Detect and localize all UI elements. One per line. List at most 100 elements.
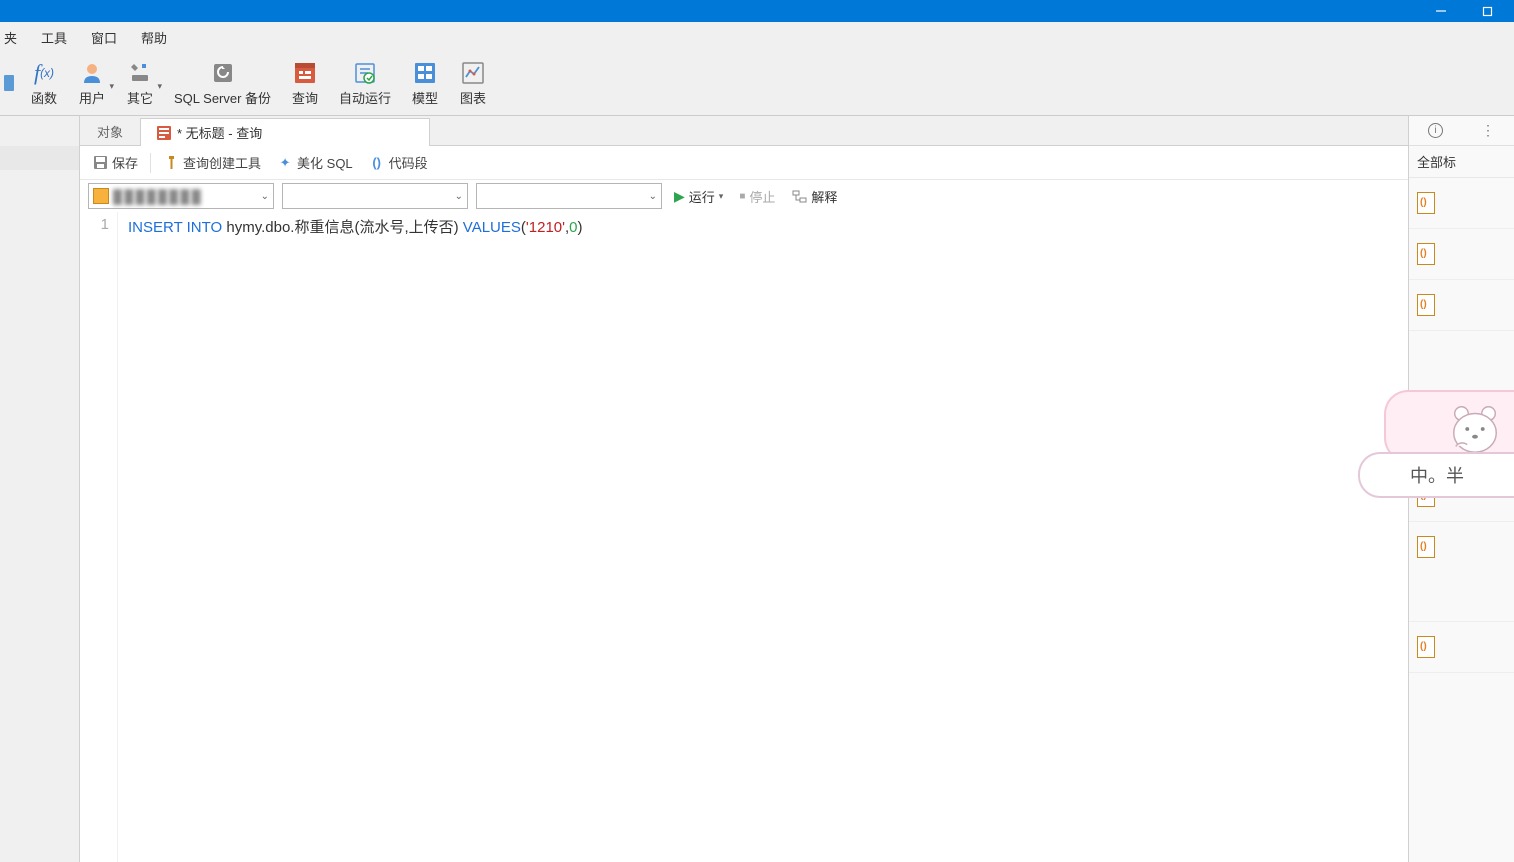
user-icon — [79, 60, 105, 86]
chevron-down-icon: ▾ — [157, 81, 162, 92]
tab-objects-label: 对象 — [97, 122, 123, 141]
snippet-list-item[interactable] — [1409, 522, 1514, 622]
snippet-file-icon — [1417, 636, 1435, 658]
sparkle-icon: ✦ — [277, 155, 293, 171]
left-list-item[interactable] — [0, 146, 79, 170]
toolbar-model[interactable]: 模型 — [401, 54, 449, 114]
beautify-label: 美化 SQL — [297, 153, 353, 172]
run-label: 运行 — [689, 187, 715, 206]
chevron-down-icon: ▾ — [719, 191, 724, 202]
tab-query-label: * 无标题 - 查询 — [177, 123, 262, 142]
snippet-list-item[interactable] — [1409, 229, 1514, 280]
editor-code[interactable]: INSERT INTO hymy.dbo.称重信息(流水号,上传否) VALUE… — [118, 212, 1408, 862]
save-button[interactable]: 保存 — [88, 151, 142, 174]
toolbar-autorun-label: 自动运行 — [339, 88, 391, 107]
separator — [150, 153, 151, 173]
sql-keyword: INSERT — [128, 219, 182, 236]
combo-row: ████████ ⌄ ⌄ ⌄ ▶ 运行 ▾ ■ 停止 解释 — [80, 180, 1408, 212]
minimize-button[interactable] — [1418, 0, 1464, 22]
model-icon — [412, 60, 438, 86]
stop-label: 停止 — [749, 187, 775, 206]
snippet-list-item[interactable] — [1409, 622, 1514, 673]
sql-text: hymy.dbo.称重信息(流水号,上传否) — [222, 219, 463, 236]
tab-objects[interactable]: 对象 — [80, 117, 140, 145]
sql-editor[interactable]: 1 INSERT INTO hymy.dbo.称重信息(流水号,上传否) VAL… — [80, 212, 1408, 862]
toolbar-other-label: 其它 — [127, 88, 153, 107]
snippet-label: 代码段 — [389, 153, 428, 172]
toolbar-chart-label: 图表 — [460, 88, 486, 107]
toolbar-chart[interactable]: 图表 — [449, 54, 497, 114]
beautify-button[interactable]: ✦ 美化 SQL — [273, 151, 357, 174]
snippet-file-icon — [1417, 192, 1435, 214]
explain-icon — [791, 188, 807, 204]
play-icon: ▶ — [674, 188, 685, 205]
toolbar-other[interactable]: 其它 ▾ — [116, 54, 164, 114]
save-label: 保存 — [112, 153, 138, 172]
toolbar-autorun[interactable]: 自动运行 — [329, 54, 401, 114]
stop-icon: ■ — [739, 191, 745, 202]
chevron-down-icon: ⌄ — [455, 191, 463, 202]
left-sidebar — [0, 116, 80, 862]
builder-icon — [163, 155, 179, 171]
main-area: 对象 * 无标题 - 查询 保存 查询创建工 — [80, 116, 1408, 862]
right-panel-title: 全部标 — [1409, 146, 1514, 178]
save-icon — [92, 155, 108, 171]
folder-icon — [93, 188, 109, 204]
toolbar-query-label: 查询 — [292, 88, 318, 107]
toolbar-model-label: 模型 — [412, 88, 438, 107]
toolbar-function-label: 函数 — [31, 88, 57, 107]
snippet-button[interactable]: () 代码段 — [365, 151, 432, 174]
backup-icon — [210, 60, 236, 86]
secondary-toolbar: 保存 查询创建工具 ✦ 美化 SQL () 代码段 — [80, 146, 1408, 180]
right-panel: i ⋮ 全部标 — [1408, 116, 1514, 862]
toolbar-partial-left[interactable] — [0, 54, 20, 114]
toolbar-query[interactable]: 查询 — [281, 54, 329, 114]
query-builder-button[interactable]: 查询创建工具 — [159, 151, 265, 174]
stop-button: ■ 停止 — [735, 185, 779, 208]
toolbar-function[interactable]: f(x) 函数 — [20, 54, 68, 114]
toolbar-backup-label: SQL Server 备份 — [174, 88, 271, 107]
run-button[interactable]: ▶ 运行 ▾ — [670, 185, 727, 208]
menu-window[interactable]: 窗口 — [79, 24, 129, 51]
menu-help[interactable]: 帮助 — [129, 24, 179, 51]
sql-string: '1210' — [526, 219, 565, 236]
connection-value: ████████ — [113, 189, 203, 204]
toolbar-user-label: 用户 — [79, 88, 105, 107]
partial-icon — [4, 70, 16, 96]
snippet-file-icon — [1417, 243, 1435, 265]
info-icon[interactable]: i — [1428, 123, 1443, 138]
query-icon — [292, 60, 318, 86]
menu-bar: 夹 工具 窗口 帮助 — [0, 22, 1514, 52]
explain-label: 解释 — [811, 187, 837, 206]
sql-keyword: VALUES — [463, 219, 521, 236]
tools-icon — [127, 60, 153, 86]
snippet-list-item[interactable] — [1409, 280, 1514, 331]
snippet-list-item[interactable] — [1409, 178, 1514, 229]
menu-tools[interactable]: 工具 — [29, 24, 79, 51]
editor-gutter: 1 — [80, 212, 118, 862]
more-icon[interactable]: ⋮ — [1481, 122, 1495, 139]
sql-keyword: INTO — [187, 219, 223, 236]
chevron-down-icon: ⌄ — [261, 191, 269, 202]
chevron-down-icon: ▾ — [109, 81, 114, 92]
snippet-file-icon — [1417, 536, 1435, 558]
menu-folder[interactable]: 夹 — [0, 24, 29, 51]
database-combo[interactable]: ⌄ — [282, 183, 468, 209]
toolbar-backup[interactable]: SQL Server 备份 — [164, 54, 281, 114]
chart-icon — [460, 60, 486, 86]
explain-button[interactable]: 解释 — [787, 185, 841, 208]
schema-combo[interactable]: ⌄ — [476, 183, 662, 209]
toolbar-user[interactable]: 用户 ▾ — [68, 54, 116, 114]
title-bar — [0, 0, 1514, 22]
right-panel-header: i ⋮ — [1409, 116, 1514, 146]
chevron-down-icon: ⌄ — [649, 191, 657, 202]
snippet-list-item[interactable] — [1409, 471, 1514, 522]
snippet-list-item[interactable] — [1409, 331, 1514, 471]
maximize-button[interactable] — [1464, 0, 1510, 22]
connection-combo[interactable]: ████████ ⌄ — [88, 183, 274, 209]
autorun-icon — [352, 60, 378, 86]
tabs-row: 对象 * 无标题 - 查询 — [80, 116, 1408, 146]
tab-query[interactable]: * 无标题 - 查询 — [140, 118, 430, 146]
snippet-icon: () — [369, 155, 385, 171]
main-toolbar: f(x) 函数 用户 ▾ 其它 ▾ SQL Server 备份 查询 自动运行 — [0, 52, 1514, 116]
